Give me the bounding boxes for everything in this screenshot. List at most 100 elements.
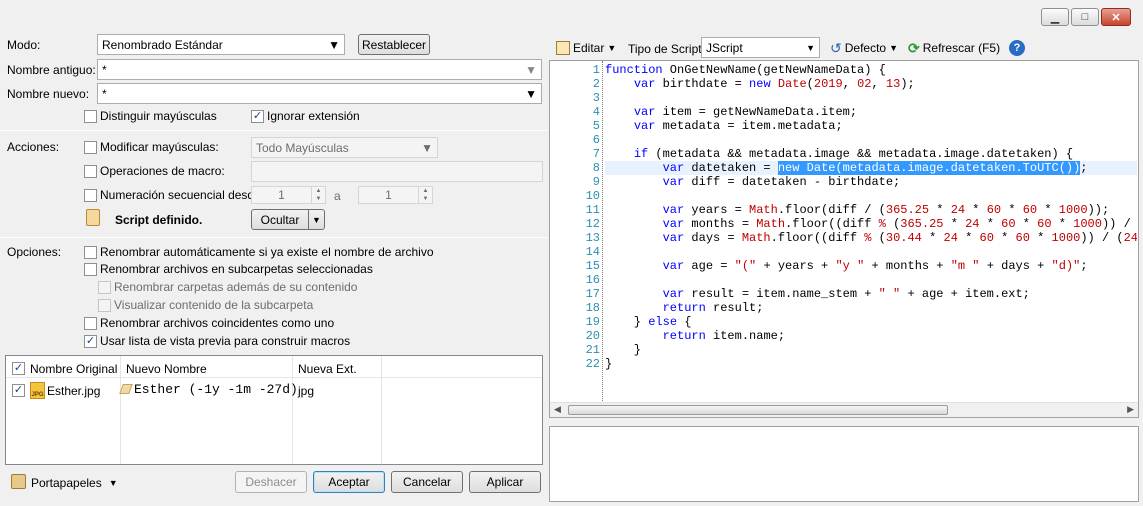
maximize-button[interactable]: □	[1071, 8, 1099, 26]
output-pane[interactable]	[549, 426, 1139, 502]
aplicar-button[interactable]: Aplicar	[469, 471, 541, 493]
close-icon: ✕	[1111, 11, 1121, 24]
ocultar-label: Ocultar	[260, 212, 300, 227]
opt6-option[interactable]: ✓ Usar lista de vista previa para constr…	[84, 333, 350, 349]
line-number: 6	[592, 133, 600, 147]
code-area[interactable]: function OnGetNewName(getNewNameData) { …	[605, 63, 1137, 401]
line-number: 1	[592, 63, 600, 77]
scroll-right-icon[interactable]: ▶	[1127, 404, 1134, 415]
column-divider	[120, 356, 121, 464]
nombre-antiguo-value: *	[102, 62, 107, 77]
ignorar-option[interactable]: ✓ Ignorar extensión	[251, 108, 360, 124]
portapapeles-menu[interactable]: Portapapeles ▼	[31, 475, 118, 491]
num-from-spinner[interactable]: 1 ▲ ▼	[251, 186, 326, 204]
line-number: 5	[592, 119, 600, 133]
opt5-checkbox[interactable]	[84, 316, 97, 330]
restablecer-button[interactable]: Restablecer	[358, 34, 430, 55]
rename-tag-icon	[119, 384, 133, 394]
opt6-checkbox[interactable]: ✓	[84, 334, 97, 348]
chevron-down-icon: ▼	[328, 37, 340, 52]
num-to-spinner[interactable]: 1 ▲ ▼	[358, 186, 433, 204]
line-number: 12	[585, 217, 600, 231]
aceptar-label: Aceptar	[328, 475, 370, 489]
opt1-checkbox[interactable]	[84, 245, 97, 259]
minimize-button[interactable]: ▁	[1041, 8, 1069, 26]
aceptar-button[interactable]: Aceptar	[313, 471, 385, 493]
chevron-down-icon: ▼	[108, 478, 118, 488]
row-checkbox[interactable]: ✓	[12, 384, 25, 397]
opt5-option[interactable]: Renombrar archivos coincidentes como uno	[84, 315, 334, 331]
original-name-cell: Esther.jpg	[47, 384, 101, 398]
editar-menu[interactable]: Editar ▼	[556, 40, 616, 56]
column-header-new-name[interactable]: Nuevo Nombre	[126, 361, 207, 377]
select-all-checkbox[interactable]: ✓	[12, 362, 25, 375]
chevron-down-icon: ▼	[889, 43, 899, 53]
line-number: 18	[585, 301, 600, 315]
deshacer-button[interactable]: Deshacer	[235, 471, 307, 493]
undo-arrow-icon: ↺	[830, 40, 842, 56]
code-editor[interactable]: 1 2 3 4 5 6 7 8 9 10 11 12 13 14 15 16 17 18 19 20 21 22 func…	[549, 60, 1139, 418]
tipo-script-value: JScript	[706, 40, 743, 55]
column-header-original[interactable]: Nombre Original	[30, 361, 117, 377]
ignorar-checkbox[interactable]: ✓	[251, 109, 264, 123]
line-number: 15	[585, 259, 600, 273]
macro-checkbox[interactable]	[84, 164, 97, 178]
num-a-label: a	[334, 189, 341, 203]
aplicar-label: Aplicar	[486, 475, 524, 489]
opt2-checkbox[interactable]	[84, 262, 97, 276]
distinguir-checkbox[interactable]	[84, 109, 97, 123]
modo-select[interactable]: Renombrado Estándar ▼	[97, 34, 345, 55]
spin-arrows-icon[interactable]: ▲ ▼	[418, 187, 432, 203]
opt1-option[interactable]: Renombrar automáticamente si ya existe e…	[84, 244, 434, 260]
line-number: 7	[592, 147, 600, 161]
close-button[interactable]: ✕	[1101, 8, 1131, 26]
horizontal-scrollbar[interactable]: ◀ ▶	[550, 402, 1138, 417]
scrollbar-thumb[interactable]	[568, 405, 948, 415]
nombre-antiguo-input[interactable]: * ▼	[97, 59, 542, 80]
clipboard-icon	[11, 474, 26, 489]
spin-arrows-icon[interactable]: ▲ ▼	[311, 187, 325, 203]
line-number: 20	[585, 329, 600, 343]
code-text: function OnGetNewName(getNewNameData) { …	[605, 63, 1137, 371]
defecto-label: Defecto	[844, 41, 887, 55]
opt3-checkbox[interactable]	[98, 280, 111, 294]
preview-list[interactable]: ✓ Nombre Original Nuevo Nombre Nueva Ext…	[5, 355, 543, 465]
ocultar-split-button[interactable]: Ocultar ▼	[251, 209, 325, 230]
line-number: 10	[585, 189, 600, 203]
line-number: 14	[585, 245, 600, 259]
modificar-label: Modificar mayúsculas:	[100, 140, 219, 154]
macro-input[interactable]	[251, 161, 543, 182]
opt2-option[interactable]: Renombrar archivos en subcarpetas selecc…	[84, 261, 373, 277]
ignorar-label: Ignorar extensión	[267, 109, 360, 123]
script-label: Script definido.	[115, 213, 203, 227]
distinguir-label: Distinguir mayúsculas	[100, 109, 217, 123]
numeracion-option[interactable]: Numeración secuencial desde	[84, 187, 261, 203]
modificar-select[interactable]: Todo Mayúsculas ▼	[251, 137, 438, 158]
nombre-nuevo-input[interactable]: * ▼	[97, 83, 542, 104]
defecto-menu[interactable]: ↺ Defecto ▼	[830, 40, 898, 56]
refresh-icon: ⟳	[908, 40, 920, 56]
modificar-option[interactable]: Modificar mayúsculas:	[84, 139, 219, 155]
column-header-ext[interactable]: Nueva Ext.	[298, 361, 357, 377]
scroll-left-icon[interactable]: ◀	[554, 404, 561, 415]
help-icon[interactable]: ?	[1009, 40, 1025, 56]
chevron-down-icon: ▼	[607, 43, 617, 53]
opt4-checkbox[interactable]	[98, 298, 111, 312]
macro-option[interactable]: Operaciones de macro:	[84, 163, 225, 179]
line-number: 16	[585, 273, 600, 287]
opt4-option[interactable]: Visualizar contenido de la subcarpeta	[98, 297, 313, 313]
modificar-checkbox[interactable]	[84, 140, 97, 154]
line-number: 4	[592, 105, 600, 119]
numeracion-checkbox[interactable]	[84, 188, 97, 202]
distinguir-option[interactable]: Distinguir mayúsculas	[84, 108, 217, 124]
maximize-icon: □	[1081, 11, 1089, 23]
macro-label: Operaciones de macro:	[100, 164, 225, 178]
tipo-script-select[interactable]: JScript ▼	[701, 37, 820, 58]
chevron-down-icon[interactable]: ▼	[308, 210, 324, 229]
table-row[interactable]: ✓ JPG Esther.jpg Esther (-1y -1m -27d) j…	[6, 379, 542, 401]
refrescar-label: Refrescar (F5)	[922, 41, 1001, 55]
cancelar-button[interactable]: Cancelar	[391, 471, 463, 493]
chevron-down-icon: ▼	[525, 62, 537, 77]
opt3-option[interactable]: Renombrar carpetas además de su contenid…	[98, 279, 357, 295]
refrescar-button[interactable]: ⟳ Refrescar (F5)	[908, 40, 1000, 56]
